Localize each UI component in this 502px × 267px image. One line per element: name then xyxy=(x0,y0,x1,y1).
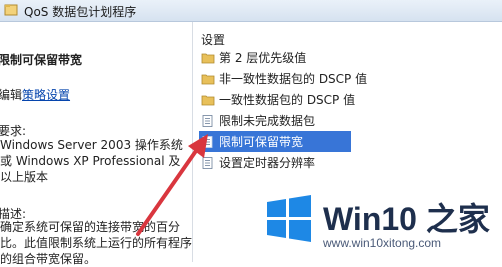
watermark-url: www.win10xitong.com xyxy=(323,236,442,250)
window-title: QoS 数据包计划程序 xyxy=(24,5,137,19)
edit-prefix: 编辑 xyxy=(0,88,23,102)
setting-item-timer-resolution[interactable]: 设置定时器分辨率 xyxy=(199,152,499,173)
group-policy-icon xyxy=(4,4,18,16)
setting-item-label: 限制可保留带宽 xyxy=(219,135,304,149)
folder-icon xyxy=(201,53,215,63)
setting-item-label: 一致性数据包的 DSCP 值 xyxy=(219,93,356,107)
edit-policy-line: 编辑策略设置 xyxy=(0,86,70,103)
setting-item-label: 非一致性数据包的 DSCP 值 xyxy=(219,72,368,86)
setting-item-label: 第 2 层优先级值 xyxy=(219,51,307,65)
setting-item-limit-reservable-bandwidth[interactable]: 限制可保留带宽 xyxy=(199,131,351,152)
policy-setting-icon xyxy=(202,114,213,127)
settings-column-header[interactable]: 设置 xyxy=(201,31,225,48)
setting-item-label: 设置定时器分辨率 xyxy=(219,156,316,170)
setting-item-conforming-dscp[interactable]: 一致性数据包的 DSCP 值 xyxy=(199,89,499,110)
setting-item-limit-outstanding-packets[interactable]: 限制未完成数据包 xyxy=(199,110,499,131)
setting-item-label: 限制未完成数据包 xyxy=(219,114,316,128)
annotation-arrow-icon xyxy=(136,134,208,236)
edit-policy-link[interactable]: 策略设置 xyxy=(22,88,70,102)
watermark-brand: Win10 之家 xyxy=(323,201,490,237)
title-bar: QoS 数据包计划程序 xyxy=(0,0,502,22)
setting-heading: 限制可保留带宽 xyxy=(0,53,83,67)
folder-icon xyxy=(201,74,215,84)
windows-logo-icon xyxy=(267,195,311,242)
folder-icon xyxy=(201,95,215,105)
watermark: Win10 之家 www.win10xitong.com xyxy=(265,188,501,260)
settings-list: 第 2 层优先级值 非一致性数据包的 DSCP 值 一致性数据包的 DSCP 值… xyxy=(199,47,499,173)
setting-item-layer2-priority[interactable]: 第 2 层优先级值 xyxy=(199,47,499,68)
setting-item-nonconforming-dscp[interactable]: 非一致性数据包的 DSCP 值 xyxy=(199,68,499,89)
